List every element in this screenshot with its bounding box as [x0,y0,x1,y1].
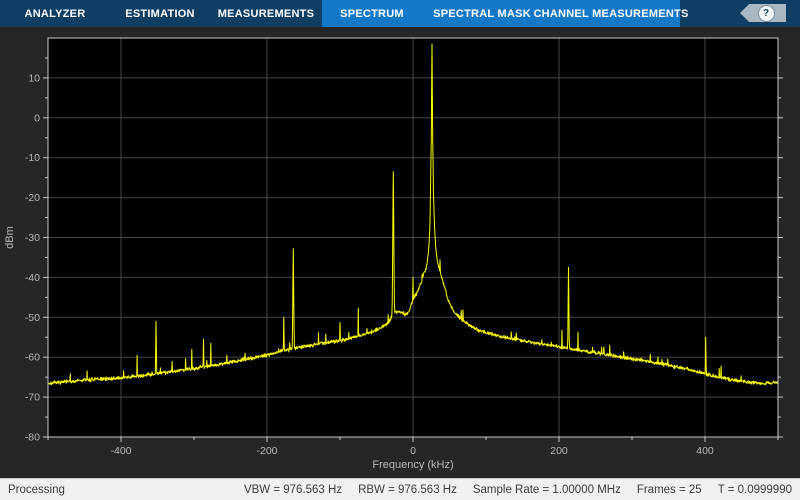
x-tick-label: -400 [110,445,131,457]
y-tick-label: 10 [28,72,40,84]
toolstrip: ANALYZER ESTIMATION MEASUREMENTS SPECTRU… [0,0,800,27]
x-tick-label: 200 [550,445,568,457]
y-tick-label: -10 [25,152,40,164]
status-vbw: VBW = 976.563 Hz [243,483,343,496]
status-metrics: VBW = 976.563 Hz RBW = 976.563 Hz Sample… [228,484,800,496]
tab-spectrum[interactable]: SPECTRUM [322,0,422,27]
y-tick-label: -30 [25,232,40,244]
x-tick-label: -200 [256,445,277,457]
status-rbw: RBW = 976.563 Hz [358,483,457,496]
spectrum-plot[interactable]: -400 -200 0 200 400 -80 -70 -60 -50 -40 -30 -20 -10 0… [0,27,800,478]
y-tick-label: -60 [25,352,40,364]
x-tick-label: 0 [410,445,416,457]
y-tick-label: -50 [25,312,40,324]
y-tick-label: -40 [25,272,40,284]
status-time: T = 0.0999990 [717,483,792,496]
status-sample-rate: Sample Rate = 1.00000 MHz [472,483,621,496]
y-tick-label: -70 [25,392,40,404]
x-tick-label: 400 [696,445,714,457]
tab-spectral-mask[interactable]: SPECTRAL MASK [422,0,542,27]
y-tick-label: -80 [25,432,40,444]
tab-analyzer[interactable]: ANALYZER [0,0,110,27]
x-axis-label: Frequency (kHz) [372,459,453,471]
tab-channel-measurements[interactable]: CHANNEL MEASUREMENTS [533,0,688,27]
tabgroup-spectrum: SPECTRUM SPECTRAL MASK CHANNEL MEASUREME… [322,0,688,27]
tab-measurements[interactable]: MEASUREMENTS [210,0,322,27]
status-processing: Processing [8,483,65,496]
status-bar: Processing VBW = 976.563 Hz RBW = 976.56… [0,478,800,500]
help-button[interactable]: ? [740,4,786,22]
spectrum-analyzer-window: { "toolbar": { "tabs": [ {"label": "ANAL… [0,0,800,500]
tabgroup-main: ANALYZER ESTIMATION MEASUREMENTS [0,0,322,27]
y-axis-label: dBm [4,226,16,249]
y-tick-label: 0 [34,112,40,124]
status-frames: Frames = 25 [636,483,702,496]
plot-area[interactable]: -400 -200 0 200 400 -80 -70 -60 -50 -40 -30 -20 -10 0… [0,27,800,478]
help-icon: ? [757,4,775,22]
y-tick-label: -20 [25,192,40,204]
tab-estimation[interactable]: ESTIMATION [110,0,210,27]
